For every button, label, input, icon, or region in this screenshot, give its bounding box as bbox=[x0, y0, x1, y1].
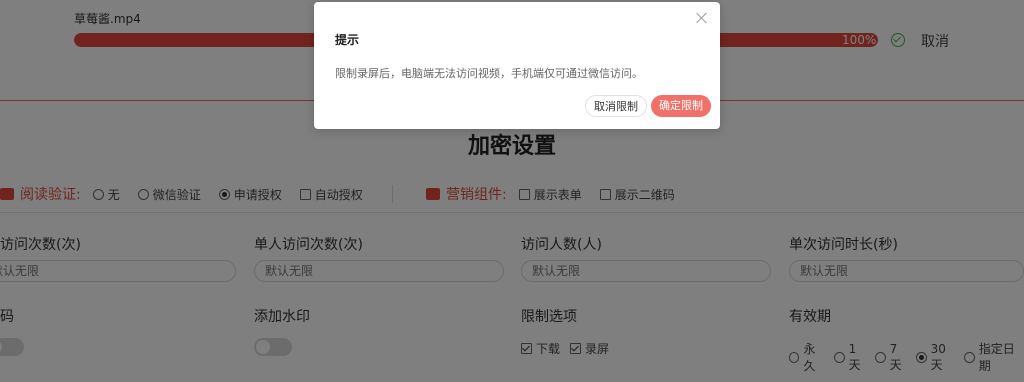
dialog-message: 限制录屏后，电脑端无法访问视频，手机端仅可通过微信访问。 bbox=[335, 67, 643, 80]
cancel-restrict-button[interactable]: 取消限制 bbox=[585, 95, 647, 117]
confirm-restrict-button[interactable]: 确定限制 bbox=[651, 95, 711, 117]
close-icon[interactable] bbox=[696, 12, 708, 24]
confirm-dialog: 提示 限制录屏后，电脑端无法访问视频，手机端仅可通过微信访问。 取消限制 确定限… bbox=[314, 2, 720, 129]
dialog-title: 提示 bbox=[335, 33, 360, 47]
